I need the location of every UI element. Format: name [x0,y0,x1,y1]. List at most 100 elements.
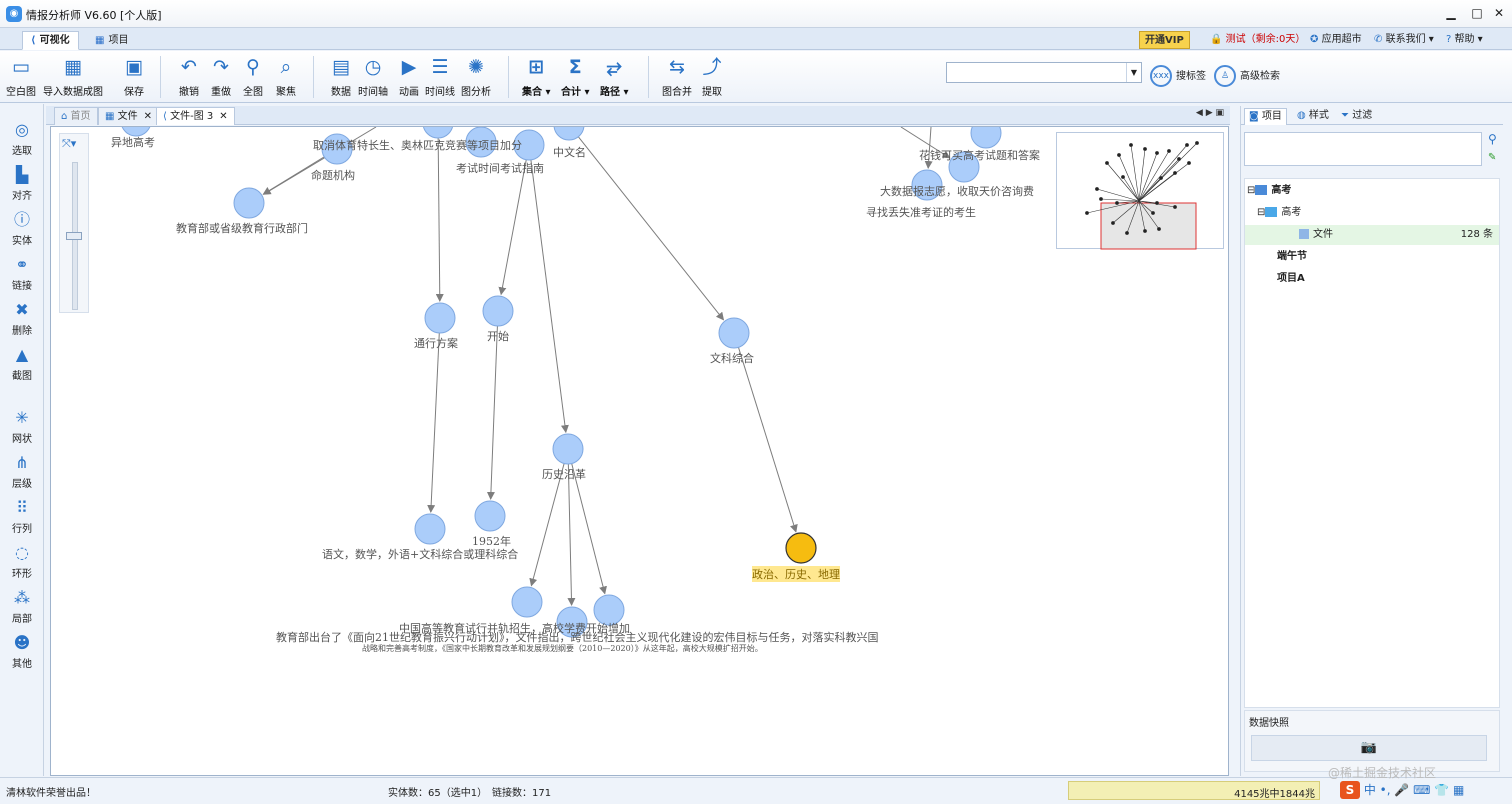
graph-node[interactable] [511,586,543,618]
ribbon-tab-bar: ⟨ 可视化 ▦ 项目 开通VIP 🔒 测试（剩余:0天） ✪ 应用超市 ✆ 联系我们… [0,28,1512,50]
graph-node[interactable] [482,295,514,327]
ime-toolbar[interactable]: S 中 •, 🎤 ⌨ 👕 ▦ [1340,781,1508,801]
fit-icon[interactable]: ⤧▾ [62,137,76,151]
close-button[interactable]: ✕ [1488,4,1510,22]
hierarchy-layout-tool[interactable]: ⋔ 层级 [0,453,44,490]
network-layout-tool[interactable]: ✳ 网状 [0,408,44,445]
tree-item[interactable]: 端午节 [1245,247,1499,267]
tab-panel-filter[interactable]: ⏷ 过滤 [1337,108,1376,125]
select-icon: ◎ [15,120,29,139]
select-tool[interactable]: ◎ 选取 [0,120,44,157]
close-icon[interactable]: ✕ [144,111,152,122]
phone-icon: ✆ [1374,34,1383,45]
graph-node[interactable] [233,187,265,219]
contact-menu[interactable]: ✆ 联系我们 ▾ [1374,31,1434,49]
tab-home[interactable]: ⌂ 首页 [54,107,98,125]
search-input[interactable]: ▼ [946,62,1142,83]
animation-button[interactable]: ▶ 动画 [396,54,422,98]
graph-node[interactable] [414,513,446,545]
tool-label: 网状 [12,434,32,445]
graph-analysis-button[interactable]: ✺ 图分析 [461,54,491,98]
redo-button[interactable]: ↷ 重做 [208,54,234,98]
minimap[interactable] [1056,132,1224,250]
graph-edge[interactable] [569,127,725,321]
entity-icon: ⓘ [13,210,30,229]
tab-file[interactable]: ▦ 文件 ✕ [98,107,160,125]
graph-canvas[interactable]: ⤧▾ 异地高考 取消体育特长生、奥林匹克竞赛等项目加分 命题机构 考试时间考试指… [50,126,1229,776]
delete-tool[interactable]: ✖ 删除 [0,300,44,337]
tree-item[interactable]: ⊟ 高考 [1245,203,1499,223]
expand-icon[interactable]: ⊟ [1257,207,1265,218]
tag-icon[interactable]: ✎ [1488,152,1496,163]
sum-menu[interactable]: Σ 合计 ▾ [561,54,590,98]
align-tool[interactable]: ▙ 对齐 [0,165,44,202]
graph-edge[interactable] [435,127,444,303]
graph-node[interactable] [552,433,584,465]
graph-node[interactable] [718,317,750,349]
tool-label: 实体 [12,236,32,247]
app-logo-icon: ◉ [6,6,22,22]
tab-file-graph-3[interactable]: ⟨ 文件-图 3 ✕ [156,107,235,125]
tab-label: 文件-图 3 [170,111,214,122]
search-icon[interactable]: ⚲ [1488,132,1497,146]
circle-layout-tool[interactable]: ◌ 环形 [0,543,44,580]
tab-panel-project[interactable]: ◙ 项目 [1244,108,1287,125]
tree-item[interactable]: ⊟ 高考 [1245,181,1499,201]
vip-button[interactable]: 开通VIP [1139,31,1190,49]
close-icon[interactable]: ✕ [219,111,227,122]
merge-graph-button[interactable]: ⇆ 图合并 [662,54,692,98]
tool-label: 行列 [12,524,32,535]
grid-layout-tool[interactable]: ⠿ 行列 [0,498,44,535]
tree-item[interactable]: 项目A [1245,269,1499,289]
tab-visualize[interactable]: ⟨ 可视化 [22,31,79,50]
tab-panel-style[interactable]: ◍ 样式 [1293,108,1333,125]
graph-node-selected[interactable] [785,532,817,564]
button-label: 动画 [399,87,419,98]
undo-button[interactable]: ↶ 撤销 [176,54,202,98]
sum-icon: Σ [568,56,582,78]
graph-edge[interactable] [528,144,569,434]
zoom-control[interactable]: ⤧▾ [59,133,89,313]
screenshot-tool[interactable]: ▲ 截图 [0,345,44,382]
search-tag-button[interactable]: xxx 搜标签 [1150,65,1206,87]
extract-button[interactable]: ⤴ 提取 [699,54,725,98]
help-menu[interactable]: ? 帮助 ▾ [1446,31,1483,49]
save-button[interactable]: ▣ 保存 [121,54,147,98]
tab-scroll-arrows[interactable]: ◀ ▶ ▣ [1196,108,1224,118]
link-tool[interactable]: ⚭ 链接 [0,255,44,292]
tab-label: 首页 [70,111,91,122]
blank-graph-button[interactable]: ▭ 空白图 [6,54,36,98]
fit-all-button[interactable]: ⚲ 全图 [240,54,266,98]
graph-node[interactable] [970,127,1002,149]
project-search-input[interactable] [1244,132,1482,166]
separator [313,56,314,98]
tree-item-selected[interactable]: 文件 128 条 [1245,225,1499,245]
circle-layout-icon: ◌ [15,543,29,562]
other-layout-tool[interactable]: ☻ 其他 [0,633,44,670]
path-menu[interactable]: ⥂ 路径 ▾ [600,54,629,98]
app-market-link[interactable]: ✪ 应用超市 [1310,31,1362,49]
timeline-button[interactable]: ☰ 时间线 [425,54,455,98]
maximize-button[interactable]: □ [1466,4,1488,22]
tab-project[interactable]: ▦ 项目 [86,31,137,50]
zoom-slider-thumb[interactable] [66,232,82,240]
local-layout-tool[interactable]: ⁂ 局部 [0,588,44,625]
graph-node[interactable] [474,500,506,532]
table-icon [1283,229,1295,239]
minimize-button[interactable]: ▁ [1440,4,1462,22]
graph-node[interactable] [424,302,456,334]
expand-icon[interactable]: ⊟ [1247,185,1255,196]
snapshot-button[interactable]: 📷 [1251,735,1487,761]
set-menu[interactable]: ⊞ 集合 ▾ [522,54,551,98]
data-button[interactable]: ▤ 数据 [328,54,354,98]
node-label: 异地高考 [111,136,155,149]
node-label: 战略和完善高考制度，《国家中长期教育改革和发展规划纲要（2010—2020）》从… [362,644,763,653]
entity-tool[interactable]: ⓘ 实体 [0,210,44,247]
set-icon: ⊞ [528,56,545,78]
import-data-button[interactable]: ▦ 导入数据成图 [43,54,103,98]
chevron-down-icon[interactable]: ▼ [1126,63,1141,82]
button-label: 聚焦 [276,87,296,98]
advanced-search-button[interactable]: ♙ 高级检索 [1214,65,1280,87]
time-axis-button[interactable]: ◷ 时间轴 [358,54,388,98]
focus-button[interactable]: ⌕ 聚焦 [273,54,299,98]
